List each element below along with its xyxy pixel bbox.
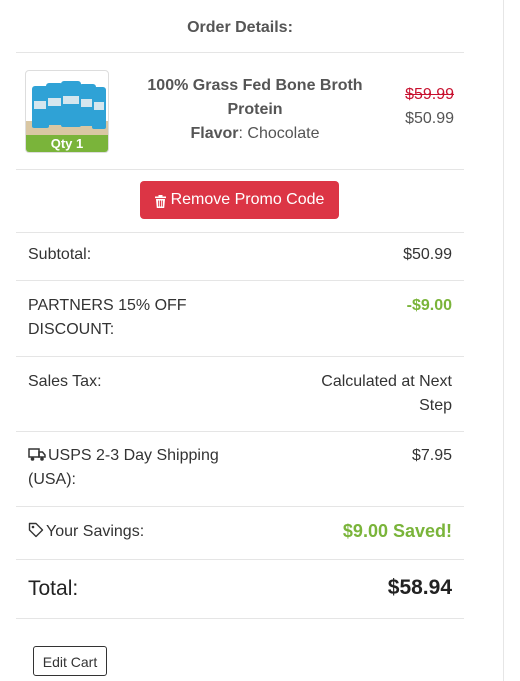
shipping-label-wrap: USPS 2-3 Day Shipping (USA): xyxy=(28,444,238,492)
item-details: 100% Grass Fed Bone Broth Protein Flavor… xyxy=(136,74,374,146)
savings-row: Your Savings: $9.00 Saved! xyxy=(16,507,464,560)
sales-tax-row: Sales Tax: Calculated at Next Step xyxy=(16,357,464,432)
flavor-label: Flavor xyxy=(190,125,239,142)
shipping-row: USPS 2-3 Day Shipping (USA): $7.95 xyxy=(16,432,464,507)
original-price: $59.99 xyxy=(405,86,454,103)
remove-promo-code-label: Remove Promo Code xyxy=(170,191,325,208)
shipping-label: USPS 2-3 Day Shipping (USA): xyxy=(28,447,219,488)
discount-value: -$9.00 xyxy=(406,297,452,314)
product-image: Qty 1 xyxy=(25,70,109,153)
promo-section: Remove Promo Code xyxy=(16,170,464,233)
subtotal-value: $50.99 xyxy=(403,246,452,263)
discount-label: PARTNERS 15% OFF DISCOUNT: xyxy=(28,297,187,338)
item-flavor: Flavor: Chocolate xyxy=(190,125,320,142)
shipping-value: $7.95 xyxy=(411,447,452,464)
discount-row: PARTNERS 15% OFF DISCOUNT: -$9.00 xyxy=(16,281,464,357)
quantity-badge: Qty 1 xyxy=(26,135,108,152)
total-row: Total: $58.94 xyxy=(16,560,464,619)
sales-tax-label: Sales Tax: xyxy=(28,373,102,390)
truck-icon xyxy=(28,448,46,461)
subtotal-label: Subtotal: xyxy=(28,246,92,263)
tag-icon xyxy=(28,522,44,538)
subtotal-row: Subtotal: $50.99 xyxy=(16,233,464,281)
total-label: Total: xyxy=(28,577,79,600)
savings-label-wrap: Your Savings: xyxy=(28,520,144,544)
item-name: 100% Grass Fed Bone Broth Protein xyxy=(147,77,363,118)
panel-divider xyxy=(503,0,504,681)
trash-icon xyxy=(154,194,166,208)
edit-cart-button[interactable]: Edit Cart xyxy=(33,646,107,676)
savings-label: Your Savings: xyxy=(46,523,145,540)
sales-tax-value: Calculated at Next Step xyxy=(321,373,452,414)
flavor-value: Chocolate xyxy=(247,125,320,142)
order-details-title: Order Details: xyxy=(16,0,464,53)
remove-promo-code-button[interactable]: Remove Promo Code xyxy=(140,181,339,219)
savings-value: $9.00 Saved! xyxy=(342,521,452,541)
item-price: $50.99 xyxy=(405,110,454,127)
total-value: $58.94 xyxy=(387,576,452,599)
